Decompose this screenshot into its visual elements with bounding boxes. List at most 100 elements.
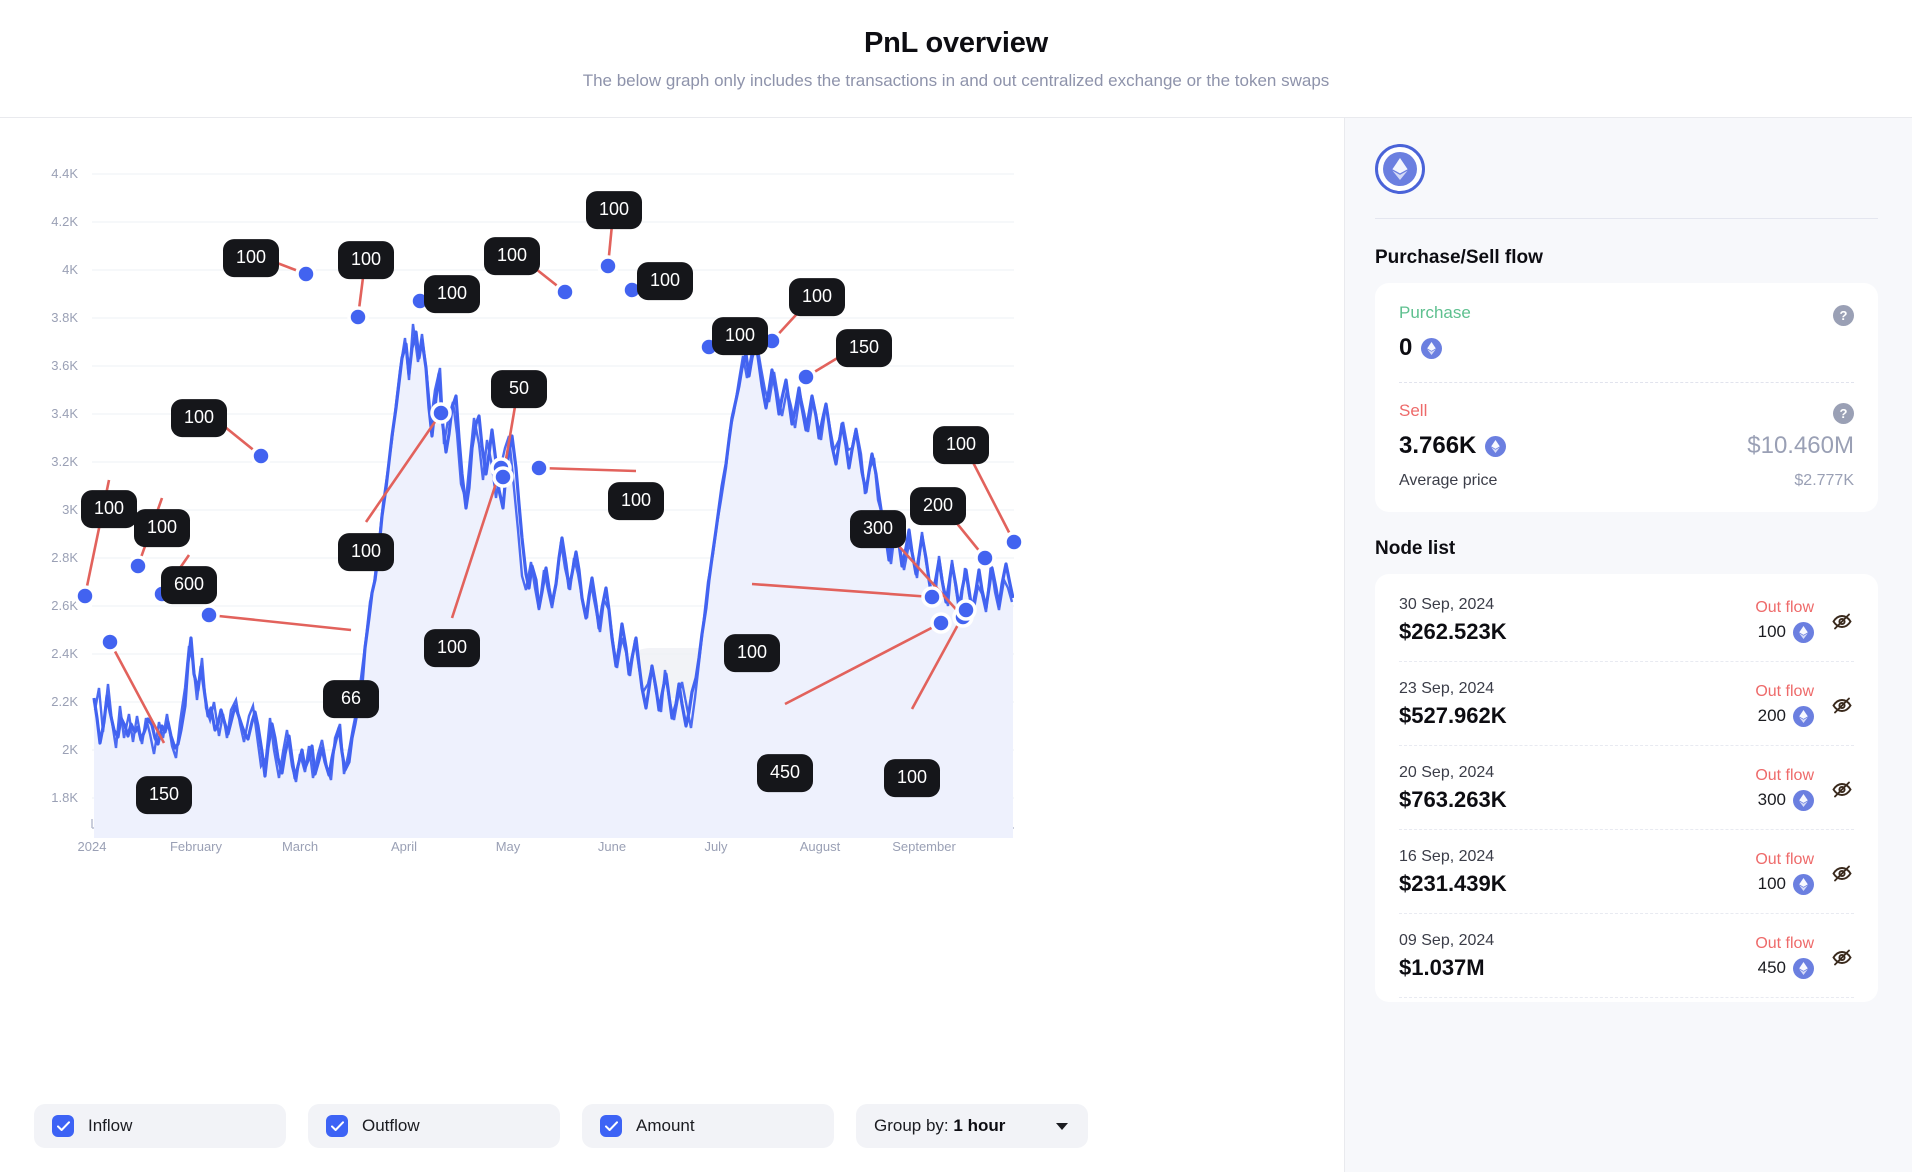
table-row[interactable]: 20 Sep, 2024 $763.263K Out flow 300: [1399, 746, 1854, 830]
node-amount-value: 200: [1757, 706, 1786, 725]
outflow-toggle[interactable]: Outflow: [308, 1104, 560, 1148]
annotation-pill[interactable]: 150: [836, 329, 892, 367]
annotation-pill[interactable]: 100: [81, 490, 137, 528]
svg-text:2.4K: 2.4K: [51, 646, 78, 661]
eye-off-icon[interactable]: [1830, 945, 1854, 969]
svg-text:2.2K: 2.2K: [51, 694, 78, 709]
annotation-pill[interactable]: 100: [484, 237, 540, 275]
inflow-toggle[interactable]: Inflow: [34, 1104, 286, 1148]
node-amount-value: 450: [1757, 958, 1786, 977]
node-info: 09 Sep, 2024 $1.037M: [1399, 932, 1494, 981]
annotation-pill[interactable]: 100: [586, 191, 642, 229]
annotation-pill[interactable]: 300: [850, 510, 906, 548]
table-row[interactable]: 16 Sep, 2024 $231.439K Out flow 100: [1399, 830, 1854, 914]
annotation-pill[interactable]: 100: [933, 426, 989, 464]
check-icon[interactable]: [600, 1115, 622, 1137]
node-list-title: Node list: [1375, 538, 1456, 559]
node-flow-type: Out flow: [1755, 766, 1814, 784]
chevron-down-icon[interactable]: [1056, 1122, 1068, 1130]
purchase-sell-card: Purchase ? 0 Sell ? 3.766K $10.460M Aver…: [1375, 283, 1878, 512]
annotation-pill[interactable]: 100: [424, 629, 480, 667]
svg-text:3.4K: 3.4K: [51, 406, 78, 421]
eye-off-icon[interactable]: [1830, 693, 1854, 717]
node-flow-type: Out flow: [1755, 850, 1814, 868]
group-by-label: Group by: 1 hour: [874, 1116, 1005, 1136]
node-meta: Out flow 300: [1755, 767, 1854, 811]
annotation-pill[interactable]: 100: [424, 275, 480, 313]
node-meta: Out flow 450: [1755, 935, 1854, 979]
annotation-pill[interactable]: 450: [757, 754, 813, 792]
ethereum-icon: [1375, 144, 1425, 194]
x-axis-labels: 2024 February March April May June July …: [78, 839, 957, 854]
node-meta: Out flow 200: [1755, 683, 1854, 727]
check-icon[interactable]: [326, 1115, 348, 1137]
node-amount: 100: [1755, 873, 1814, 895]
annotation-pill[interactable]: 50: [491, 370, 547, 408]
group-by-dropdown[interactable]: Group by: 1 hour: [856, 1104, 1088, 1148]
inflow-label: Inflow: [88, 1116, 133, 1135]
eye-off-icon[interactable]: [1830, 861, 1854, 885]
annotation-pill[interactable]: 100: [789, 278, 845, 316]
node-amount-value: 100: [1757, 622, 1786, 641]
node-list-card: 30 Sep, 2024 $262.523K Out flow 100 23 S…: [1375, 574, 1878, 1002]
node-meta: Out flow 100: [1755, 851, 1854, 895]
annotation-pill[interactable]: 100: [724, 634, 780, 672]
average-price-label: Average price: [1399, 472, 1498, 489]
svg-text:June: June: [598, 839, 626, 854]
question-mark-icon[interactable]: ?: [1833, 305, 1854, 326]
annotation-pill[interactable]: 600: [161, 566, 217, 604]
annotation-pill[interactable]: 150: [136, 776, 192, 814]
sidebar-divider: [1375, 218, 1878, 219]
annotation-pill[interactable]: 100: [338, 533, 394, 571]
annotation-pill[interactable]: 100: [223, 239, 279, 277]
node-amount: 300: [1755, 789, 1814, 811]
svg-text:4K: 4K: [62, 262, 78, 277]
annotation-pill[interactable]: 200: [910, 487, 966, 525]
svg-text:April: April: [391, 839, 417, 854]
page-header: PnL overview The below graph only includ…: [0, 0, 1912, 118]
eye-off-icon[interactable]: [1830, 777, 1854, 801]
details-sidebar: Purchase/Sell flow Purchase ? 0 Sell ? 3…: [1344, 118, 1912, 1172]
node-info: 23 Sep, 2024 $527.962K: [1399, 680, 1507, 729]
page-body: SPOTONCHAIN: [0, 118, 1912, 1172]
table-row[interactable]: 30 Sep, 2024 $262.523K Out flow 100: [1399, 578, 1854, 662]
svg-text:3.6K: 3.6K: [51, 358, 78, 373]
node-usd-value: $262.523K: [1399, 619, 1507, 644]
node-flow-type: Out flow: [1755, 598, 1814, 616]
annotation-pill[interactable]: 100: [338, 241, 394, 279]
node-date: 16 Sep, 2024: [1399, 848, 1495, 865]
check-icon[interactable]: [52, 1115, 74, 1137]
annotation-pill[interactable]: 100: [637, 262, 693, 300]
chart-container[interactable]: SPOTONCHAIN: [0, 118, 1344, 1080]
annotation-pill[interactable]: 100: [171, 399, 227, 437]
annotation-pill[interactable]: 100: [608, 482, 664, 520]
svg-text:2K: 2K: [62, 742, 78, 757]
outflow-label: Outflow: [362, 1116, 420, 1135]
card-separator: [1399, 382, 1854, 383]
ethereum-icon-small: [1793, 957, 1814, 979]
node-usd-value: $231.439K: [1399, 871, 1507, 896]
annotation-pill[interactable]: 100: [884, 759, 940, 797]
eye-off-icon[interactable]: [1830, 609, 1854, 633]
question-mark-icon[interactable]: ?: [1833, 403, 1854, 424]
amount-toggle[interactable]: Amount: [582, 1104, 834, 1148]
annotation-pill[interactable]: 66: [323, 680, 379, 718]
node-flow-info: Out flow 450: [1755, 935, 1814, 979]
svg-text:1.8K: 1.8K: [51, 790, 78, 805]
table-row[interactable]: 09 Sep, 2024 $1.037M Out flow 450: [1399, 914, 1854, 998]
table-row[interactable]: 23 Sep, 2024 $527.962K Out flow 200: [1399, 662, 1854, 746]
price-series: [92, 323, 1014, 838]
node-date: 23 Sep, 2024: [1399, 680, 1495, 697]
average-price-row: Average price $2.777K: [1399, 472, 1854, 490]
node-amount-value: 100: [1757, 874, 1786, 893]
purchase-value: 0: [1399, 334, 1413, 361]
node-flow-type: Out flow: [1755, 934, 1814, 952]
ethereum-icon-small: [1485, 435, 1507, 457]
svg-text:March: March: [282, 839, 318, 854]
sell-header-row: Sell ?: [1399, 401, 1854, 424]
annotation-pill[interactable]: 100: [712, 317, 768, 355]
node-info: 30 Sep, 2024 $262.523K: [1399, 596, 1507, 645]
annotation-pill[interactable]: 100: [134, 509, 190, 547]
sell-value: 3.766K: [1399, 432, 1477, 459]
svg-text:September: September: [892, 839, 956, 854]
